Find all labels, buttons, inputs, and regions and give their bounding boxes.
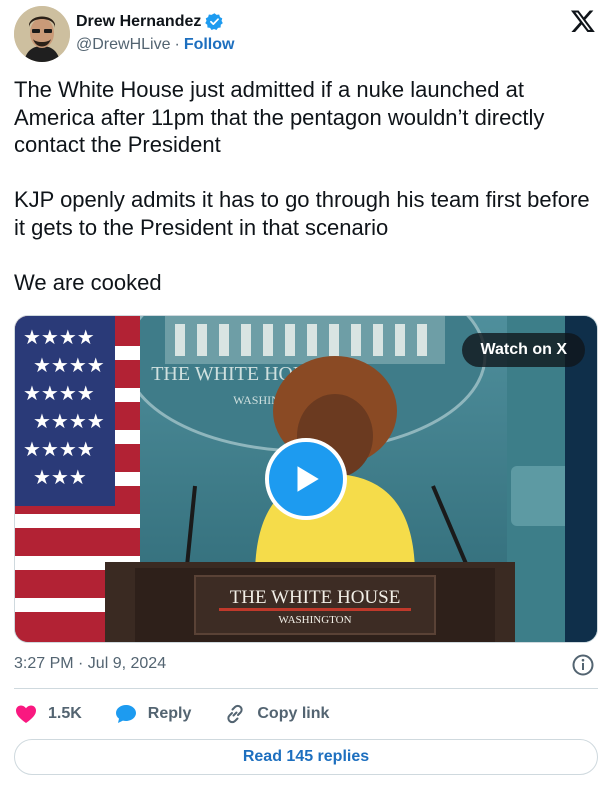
read-replies-button[interactable]: Read 145 replies [14,739,598,775]
svg-text:★★★★: ★★★★ [33,353,105,377]
copy-link-label: Copy link [257,705,330,722]
divider [14,688,598,689]
watch-on-x-button[interactable]: Watch on X [462,333,585,367]
like-button[interactable]: 1.5K [14,702,82,726]
tweet-timestamp[interactable]: 3:27 PM · Jul 9, 2024 [14,655,166,673]
action-bar: 1.5K Reply Copy link [14,700,361,728]
podium-sub: WASHINGTON [278,614,351,626]
svg-text:★★★★: ★★★★ [33,409,105,433]
svg-text:★★★★: ★★★★ [23,325,95,349]
copy-link-button[interactable]: Copy link [223,702,329,726]
follow-button[interactable]: Follow [184,36,235,54]
podium-title: THE WHITE HOUSE [230,587,401,608]
separator: · [174,36,180,53]
heart-icon [16,705,36,723]
avatar[interactable] [14,6,70,62]
link-icon [227,704,243,724]
author-name[interactable]: Drew Hernandez [76,13,201,31]
info-icon[interactable] [571,653,595,677]
play-button[interactable] [265,438,347,520]
video-player[interactable]: THE WHITE HOUSE WASHINGTON ★★★★ ★★★★ ★★★… [14,315,598,643]
reply-label: Reply [147,705,192,722]
play-icon [297,466,319,492]
reply-button[interactable]: Reply [114,702,192,726]
verified-badge-icon [205,13,224,31]
x-logo-icon[interactable] [570,8,596,34]
tweet-text: The White House just admitted if a nuke … [14,77,590,295]
speech-bubble-icon [115,705,136,723]
like-count: 1.5K [48,705,82,722]
tweet-header: Drew Hernandez @DrewHLive · Follow [14,6,598,64]
author-name-row: Drew Hernandez [76,12,224,31]
author-handle[interactable]: @DrewHLive [76,36,170,54]
svg-text:★★★★: ★★★★ [23,381,95,405]
svg-text:★★★: ★★★ [33,465,87,489]
author-handle-row: @DrewHLive · Follow [76,36,234,54]
svg-text:★★★★: ★★★★ [23,437,95,461]
